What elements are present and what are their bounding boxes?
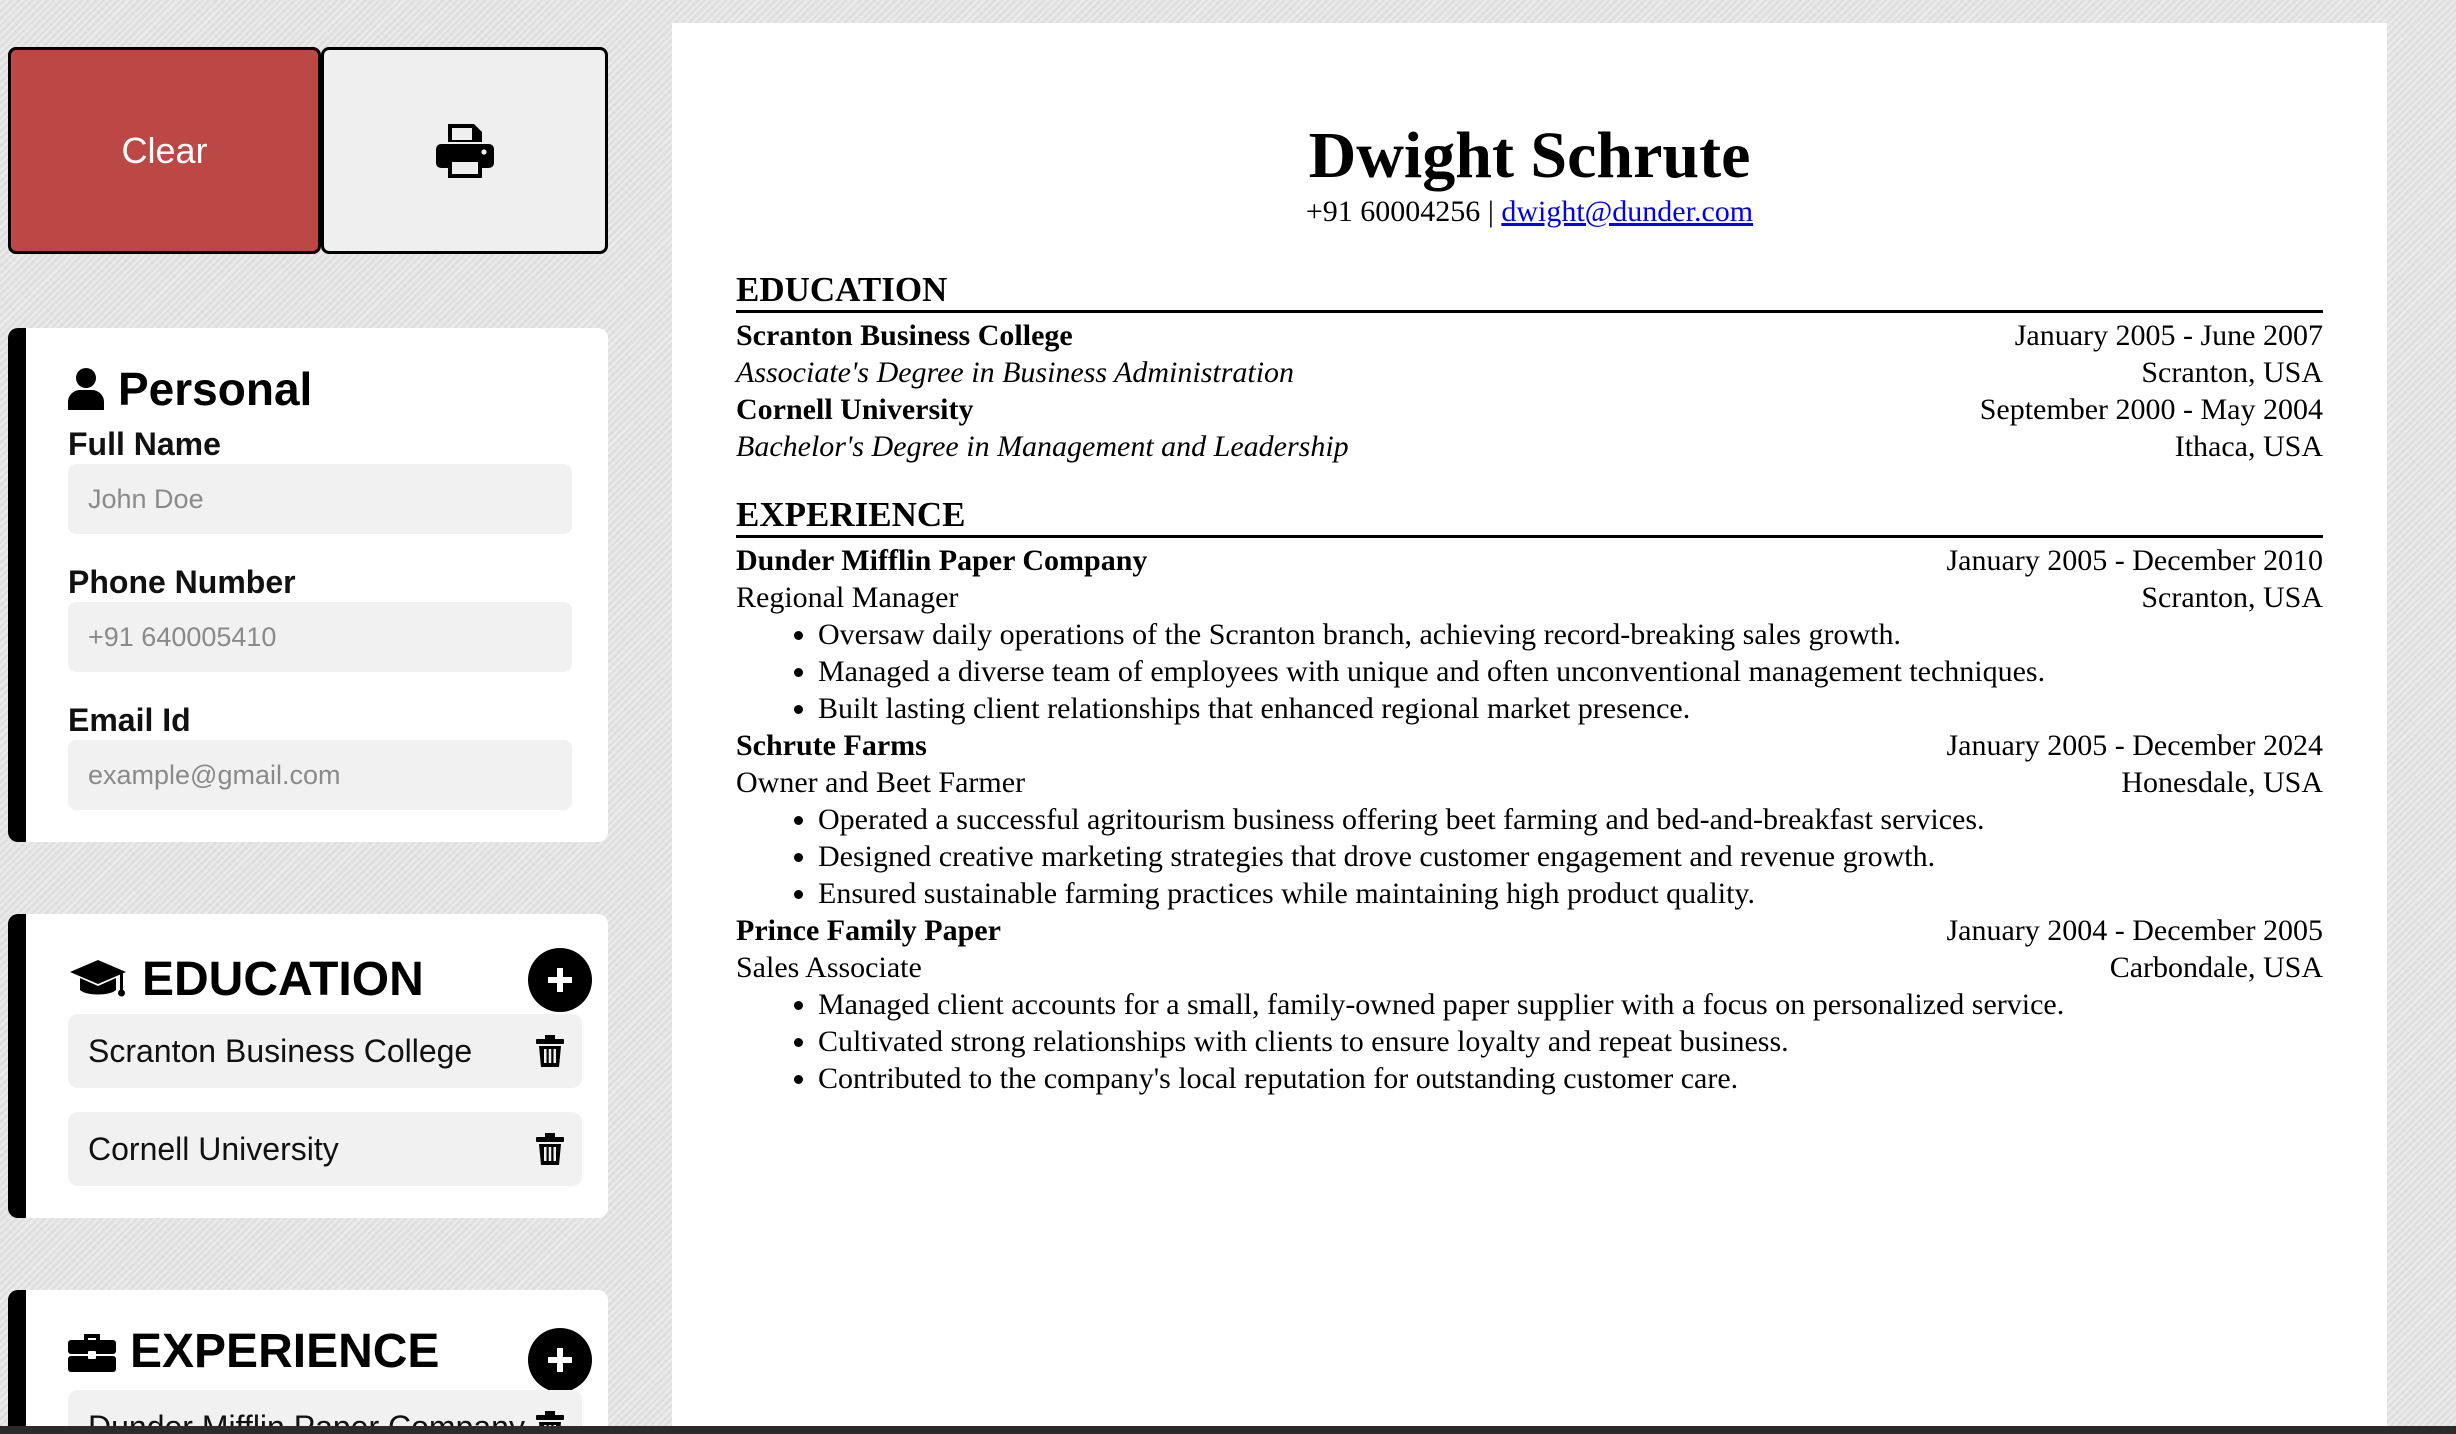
resume-education-entry: Cornell University September 2000 - May …: [736, 391, 2323, 465]
school-name: Scranton Business College: [736, 319, 1073, 352]
graduation-cap-icon: [70, 959, 126, 996]
full-name-input[interactable]: [68, 464, 572, 534]
experience-bullets: Managed client accounts for a small, fam…: [736, 986, 2323, 1097]
experience-dates: January 2005 - December 2010: [1946, 544, 2323, 577]
experience-dates: January 2004 - December 2005: [1946, 914, 2323, 947]
bullet-item: Cultivated strong relationships with cli…: [818, 1023, 2323, 1060]
phone-label: Phone Number: [68, 564, 296, 600]
email-input[interactable]: [68, 740, 572, 810]
resume-name: Dwight Schrute: [1308, 119, 1751, 192]
experience-bullets: Oversaw daily operations of the Scranton…: [736, 616, 2323, 727]
job-role: Regional Manager: [736, 581, 959, 614]
company-name: Schrute Farms: [736, 729, 927, 762]
bottom-edge-bar: [0, 1426, 2456, 1434]
personal-panel: Personal Full Name Phone Number Email Id: [8, 328, 608, 842]
bullet-item: Managed client accounts for a small, fam…: [818, 986, 2323, 1023]
degree: Associate's Degree in Business Administr…: [736, 356, 1295, 389]
email-label: Email Id: [68, 702, 191, 738]
bullet-item: Designed creative marketing strategies t…: [818, 838, 2323, 875]
education-location: Ithaca, USA: [2174, 430, 2323, 463]
education-panel: EDUCATION Scranton Business College Corn…: [8, 914, 608, 1218]
education-panel-title: EDUCATION: [68, 952, 424, 1007]
add-experience-button[interactable]: [528, 1328, 592, 1392]
education-location: Scranton, USA: [2141, 356, 2323, 389]
bullet-item: Built lasting client relationships that …: [818, 690, 2323, 727]
resume-preview: Dwight Schrute +91 60004256 | dwight@dun…: [672, 23, 2387, 1434]
resume-email-link[interactable]: dwight@dunder.com: [1501, 195, 1753, 228]
briefcase-icon: [68, 1333, 116, 1372]
job-role: Sales Associate: [736, 951, 922, 984]
phone-input[interactable]: [68, 602, 572, 672]
full-name-label: Full Name: [68, 426, 221, 462]
experience-panel-title: EXPERIENCE: [68, 1324, 439, 1379]
bullet-item: Managed a diverse team of employees with…: [818, 653, 2323, 690]
experience-location: Scranton, USA: [2141, 581, 2323, 614]
education-dates: January 2005 - June 2007: [2014, 319, 2323, 352]
resume-experience-entry: Prince Family Paper January 2004 - Decem…: [736, 912, 2323, 1097]
experience-dates: January 2005 - December 2024: [1946, 729, 2323, 762]
resume-experience-section: EXPERIENCE Dunder Mifflin Paper Company …: [736, 495, 2323, 1097]
education-list-item[interactable]: Cornell University: [68, 1112, 582, 1186]
company-name: Dunder Mifflin Paper Company: [736, 544, 1148, 577]
experience-panel: EXPERIENCE Dunder Mifflin Paper Company: [8, 1290, 608, 1434]
resume-experience-heading: EXPERIENCE: [736, 495, 2323, 538]
clear-button[interactable]: Clear: [8, 47, 321, 254]
education-item-label: Scranton Business College: [88, 1032, 473, 1069]
resume-education-section: EDUCATION Scranton Business College Janu…: [736, 270, 2323, 465]
experience-bullets: Operated a successful agritourism busine…: [736, 801, 2323, 912]
bullet-item: Oversaw daily operations of the Scranton…: [818, 616, 2323, 653]
experience-location: Carbondale, USA: [2109, 951, 2323, 984]
contact-separator: |: [1487, 195, 1494, 228]
personal-panel-title: Personal: [68, 362, 312, 416]
trash-icon[interactable]: [536, 1035, 564, 1067]
printer-icon: [435, 123, 494, 178]
school-name: Cornell University: [736, 393, 974, 426]
education-list-item[interactable]: Scranton Business College: [68, 1014, 582, 1088]
company-name: Prince Family Paper: [736, 914, 1001, 947]
plus-icon: [548, 968, 572, 992]
bullet-item: Contributed to the company's local reput…: [818, 1060, 2323, 1097]
experience-location: Honesdale, USA: [2121, 766, 2323, 799]
resume-experience-entry: Schrute Farms January 2005 - December 20…: [736, 727, 2323, 912]
job-role: Owner and Beet Farmer: [736, 766, 1026, 799]
print-button[interactable]: [321, 47, 608, 254]
resume-contact: +91 60004256 | dwight@dunder.com: [736, 194, 2323, 230]
degree: Bachelor's Degree in Management and Lead…: [736, 430, 1349, 463]
resume-experience-entry: Dunder Mifflin Paper Company January 200…: [736, 542, 2323, 727]
add-education-button[interactable]: [528, 948, 592, 1012]
bullet-item: Ensured sustainable farming practices wh…: [818, 875, 2323, 912]
resume-phone: +91 60004256: [1305, 195, 1481, 228]
education-item-label: Cornell University: [88, 1130, 339, 1167]
plus-icon: [548, 1348, 572, 1372]
personal-title-text: Personal: [118, 363, 313, 415]
experience-title-text: EXPERIENCE: [130, 1325, 440, 1378]
resume-education-heading: EDUCATION: [736, 270, 2323, 313]
resume-education-entry: Scranton Business College January 2005 -…: [736, 317, 2323, 391]
education-dates: September 2000 - May 2004: [1979, 393, 2323, 426]
bullet-item: Operated a successful agritourism busine…: [818, 801, 2323, 838]
clear-button-label: Clear: [121, 129, 208, 171]
education-title-text: EDUCATION: [142, 953, 424, 1006]
trash-icon[interactable]: [536, 1133, 564, 1165]
user-icon: [68, 368, 104, 410]
